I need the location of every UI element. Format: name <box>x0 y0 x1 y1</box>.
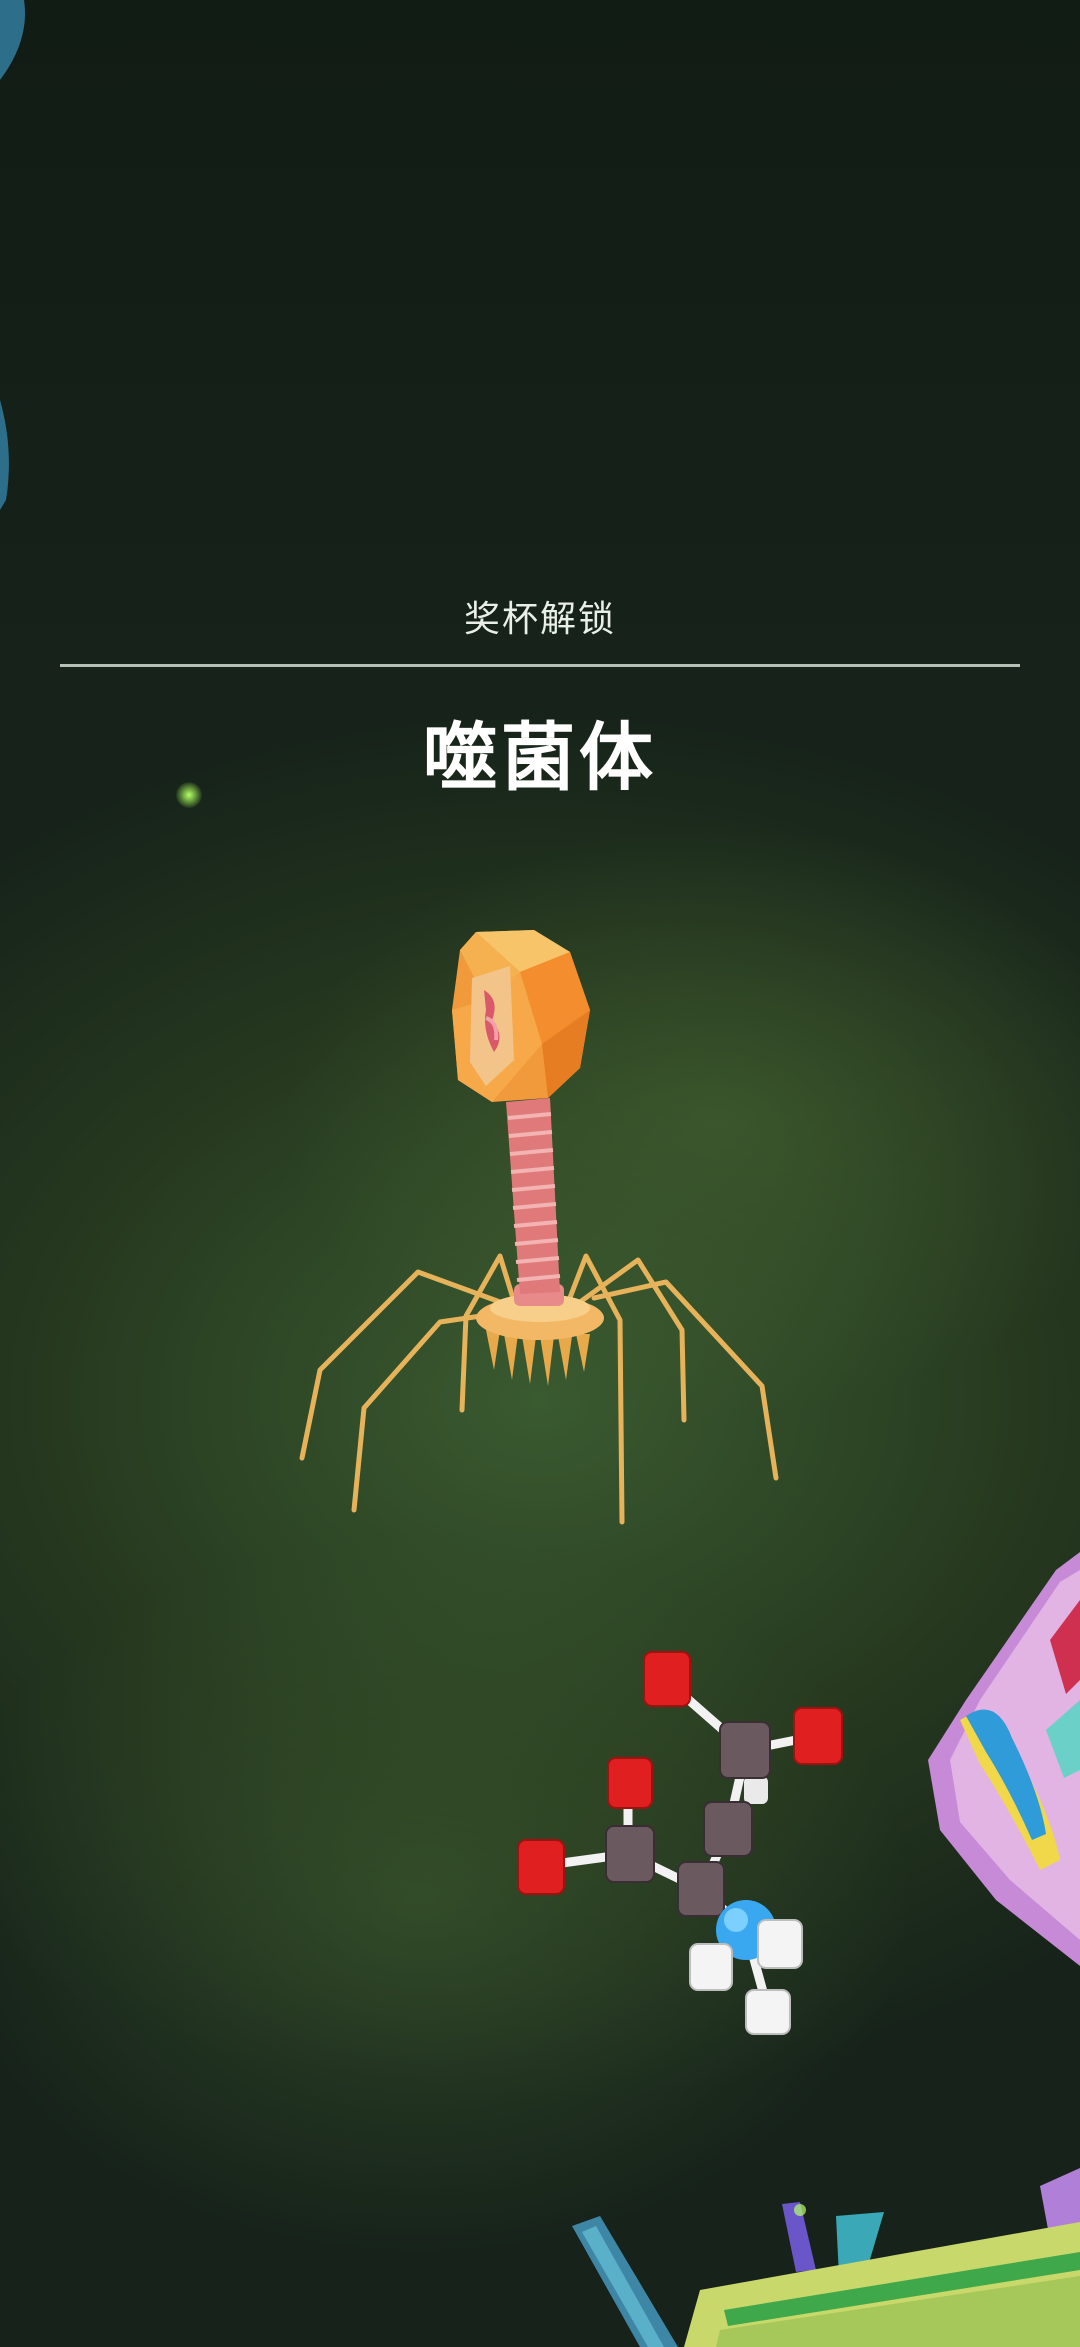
foreground-cell[interactable] <box>0 0 1080 2347</box>
game-scene[interactable]: 奖杯解锁 噬菌体 <box>0 0 1080 2347</box>
